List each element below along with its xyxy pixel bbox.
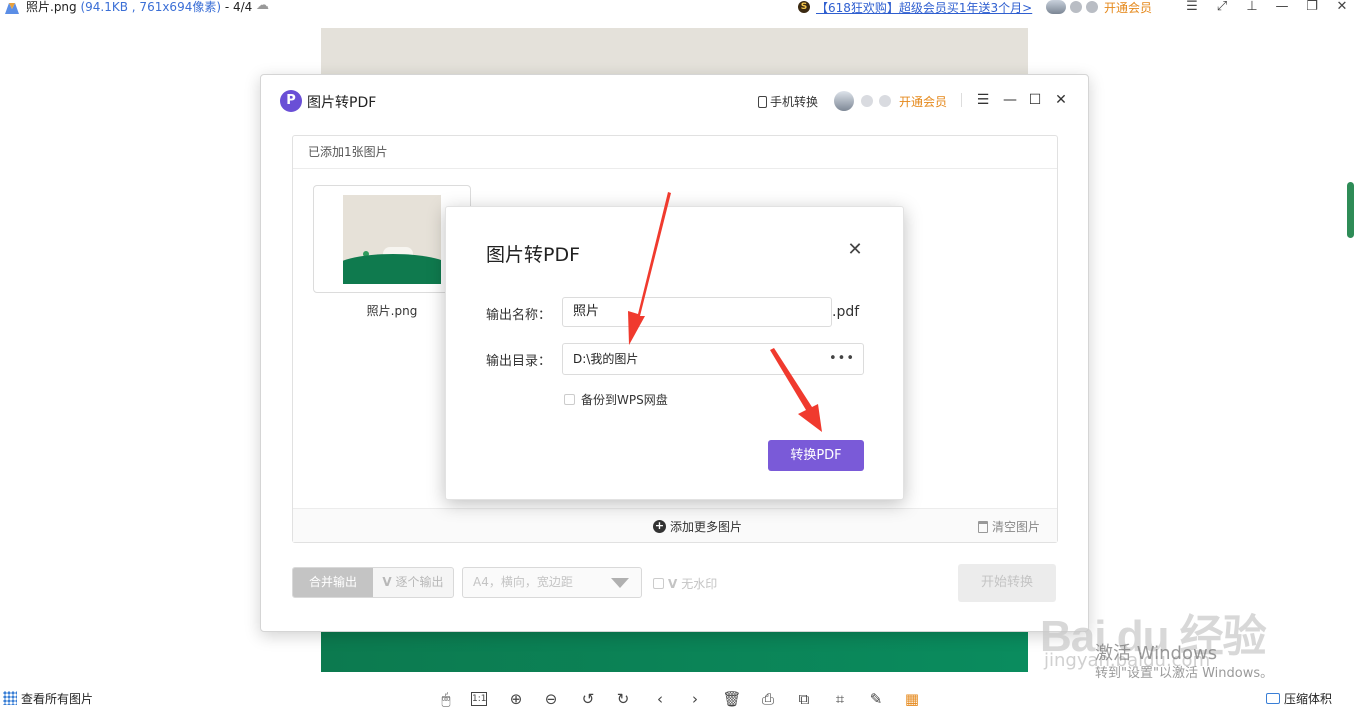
output-name-label: 输出名称： xyxy=(486,308,552,323)
dialog-title: 图片转PDF xyxy=(486,244,581,266)
plus-icon: + xyxy=(653,519,666,533)
pdf-logo-icon: P xyxy=(280,90,302,112)
chevron-down-icon xyxy=(611,578,629,588)
phone-convert-label: 手机转换 xyxy=(770,95,819,109)
actual-size-button[interactable]: 1:1 xyxy=(471,692,487,706)
copy-icon[interactable]: ⧉ xyxy=(794,689,814,709)
cloud-upload-icon[interactable]: ☁ xyxy=(256,0,274,14)
vip-link[interactable]: 开通会员 xyxy=(899,93,947,110)
rotate-left-icon[interactable]: ↺ xyxy=(578,689,598,709)
phone-convert-button[interactable]: 手机转换 xyxy=(758,93,818,110)
page-indicator: - 4/4 xyxy=(224,0,253,14)
minimize-icon[interactable]: — xyxy=(1272,0,1292,14)
added-count-label: 已添加1张图片 xyxy=(293,136,1057,169)
view-all-images-button[interactable]: 查看所有图片 xyxy=(21,690,93,707)
zoom-in-icon[interactable]: ⊕ xyxy=(506,689,526,709)
medal-icon xyxy=(861,95,873,107)
window-header: P 图片转PDF 手机转换 开通会员 ☰ — ☐ ✕ xyxy=(261,75,1088,127)
vip-link[interactable]: 开通会员 xyxy=(1104,0,1152,16)
grid-icon[interactable] xyxy=(3,691,17,705)
print-icon[interactable]: ⎙ xyxy=(758,689,778,709)
fullscreen-icon[interactable]: ⤢ xyxy=(1212,0,1232,14)
clear-images-button[interactable]: 清空图片 xyxy=(978,518,1040,535)
avatar[interactable] xyxy=(834,91,854,111)
page-setting-select[interactable]: A4，横向，宽边距 xyxy=(462,567,642,598)
vip-v-icon: V xyxy=(382,575,392,589)
backup-label: 备份到WPS网盘 xyxy=(581,393,668,407)
output-dir-label: 输出目录： xyxy=(486,354,552,369)
window-title: 图片转PDF xyxy=(307,95,377,111)
next-icon[interactable]: › xyxy=(685,689,705,709)
zoom-out-icon[interactable]: ⊖ xyxy=(541,689,561,709)
compress-button[interactable]: 压缩体积 xyxy=(1266,690,1332,707)
output-name-input[interactable]: 照片 xyxy=(562,297,832,327)
apps-icon[interactable]: ▦ xyxy=(902,689,922,709)
mouse-icon[interactable]: 🖱 xyxy=(436,689,456,709)
thumbnail-image xyxy=(343,195,441,284)
medal-icon xyxy=(1086,1,1098,13)
output-dir-value: D:\我的图片 xyxy=(573,352,639,366)
file-name: 照片.png xyxy=(26,0,77,14)
promo-banner[interactable]: S 【618狂欢购】超级会员买1年送3个月> xyxy=(798,0,1032,16)
page-setting-value: A4，横向，宽边距 xyxy=(473,575,573,589)
activate-windows-hint: 转到"设置"以激活 Windows。 xyxy=(1095,666,1274,681)
convert-pdf-button[interactable]: 转换PDF xyxy=(768,440,864,471)
edit-icon[interactable]: ✎ xyxy=(866,689,886,709)
file-meta: (94.1KB , 761x694像素) xyxy=(80,0,222,14)
close-icon[interactable]: ✕ xyxy=(1052,91,1070,109)
panel-footer: + 添加更多图片 清空图片 xyxy=(293,508,1057,542)
divider xyxy=(961,93,962,107)
no-watermark-label: 无水印 xyxy=(681,577,718,591)
close-icon[interactable]: ✕ xyxy=(846,241,864,259)
no-watermark-option[interactable]: V 无水印 xyxy=(653,575,717,592)
medal-icon xyxy=(1070,1,1082,13)
backup-option[interactable]: 备份到WPS网盘 xyxy=(564,391,668,408)
avatar[interactable] xyxy=(1046,0,1066,14)
menu-icon[interactable]: ☰ xyxy=(974,91,992,109)
viewer-toolbar: 查看所有图片 🖱 1:1 ⊕ ⊖ ↺ ↻ ‹ › 🗑 ⎙ ⧉ ⌗ ✎ ▦ 压缩体… xyxy=(0,684,1357,714)
delete-icon[interactable]: 🗑 xyxy=(722,689,742,709)
maximize-icon[interactable]: ☐ xyxy=(1026,91,1044,109)
backup-checkbox[interactable] xyxy=(564,394,575,405)
single-output-button[interactable]: V 逐个输出 xyxy=(373,568,453,597)
pdf-extension: .pdf xyxy=(832,304,860,320)
output-mode-toggle: 合并输出 V 逐个输出 xyxy=(292,567,454,598)
add-more-label: 添加更多图片 xyxy=(670,520,743,534)
app-logo-icon xyxy=(5,3,19,14)
thumbnail-hill xyxy=(343,254,441,284)
image-hill xyxy=(321,628,1028,672)
vip-v-icon: V xyxy=(668,576,678,591)
close-icon[interactable]: ✕ xyxy=(1332,0,1352,14)
crop-icon[interactable]: ⌗ xyxy=(830,689,850,709)
no-watermark-checkbox[interactable] xyxy=(653,578,664,589)
restore-icon[interactable]: ❐ xyxy=(1302,0,1322,14)
merge-output-button[interactable]: 合并输出 xyxy=(293,568,373,597)
menu-icon[interactable]: ☰ xyxy=(1182,0,1202,14)
account-area: 开通会员 xyxy=(1046,0,1152,16)
output-dir-input[interactable]: D:\我的图片 ••• xyxy=(562,343,864,375)
file-info: 照片.png (94.1KB , 761x694像素) - 4/4 xyxy=(26,0,252,14)
add-more-button[interactable]: + 添加更多图片 xyxy=(653,518,742,535)
minimize-icon[interactable]: — xyxy=(1001,91,1019,109)
medal-icon xyxy=(879,95,891,107)
scrollbar-thumb[interactable] xyxy=(1347,182,1354,238)
promo-badge-icon: S xyxy=(798,1,810,13)
clear-images-label: 清空图片 xyxy=(992,520,1041,534)
pin-icon[interactable]: ⊥ xyxy=(1242,0,1262,14)
rotate-right-icon[interactable]: ↻ xyxy=(613,689,633,709)
compress-icon xyxy=(1266,693,1280,704)
convert-dialog: 图片转PDF ✕ 输出名称： 照片 .pdf 输出目录： D:\我的图片 •••… xyxy=(445,206,904,500)
promo-link[interactable]: 【618狂欢购】超级会员买1年送3个月> xyxy=(816,0,1032,16)
output-options: 合并输出 V 逐个输出 A4，横向，宽边距 V 无水印 开始转换 xyxy=(292,564,1058,602)
trash-icon xyxy=(978,520,988,533)
more-icon[interactable]: ••• xyxy=(829,344,855,374)
viewer-title-bar: 照片.png (94.1KB , 761x694像素) - 4/4 ☁ S 【6… xyxy=(0,0,1357,18)
compress-label: 压缩体积 xyxy=(1284,692,1333,706)
phone-icon xyxy=(758,95,767,108)
single-output-label: 逐个输出 xyxy=(395,575,444,589)
previous-icon[interactable]: ‹ xyxy=(650,689,670,709)
